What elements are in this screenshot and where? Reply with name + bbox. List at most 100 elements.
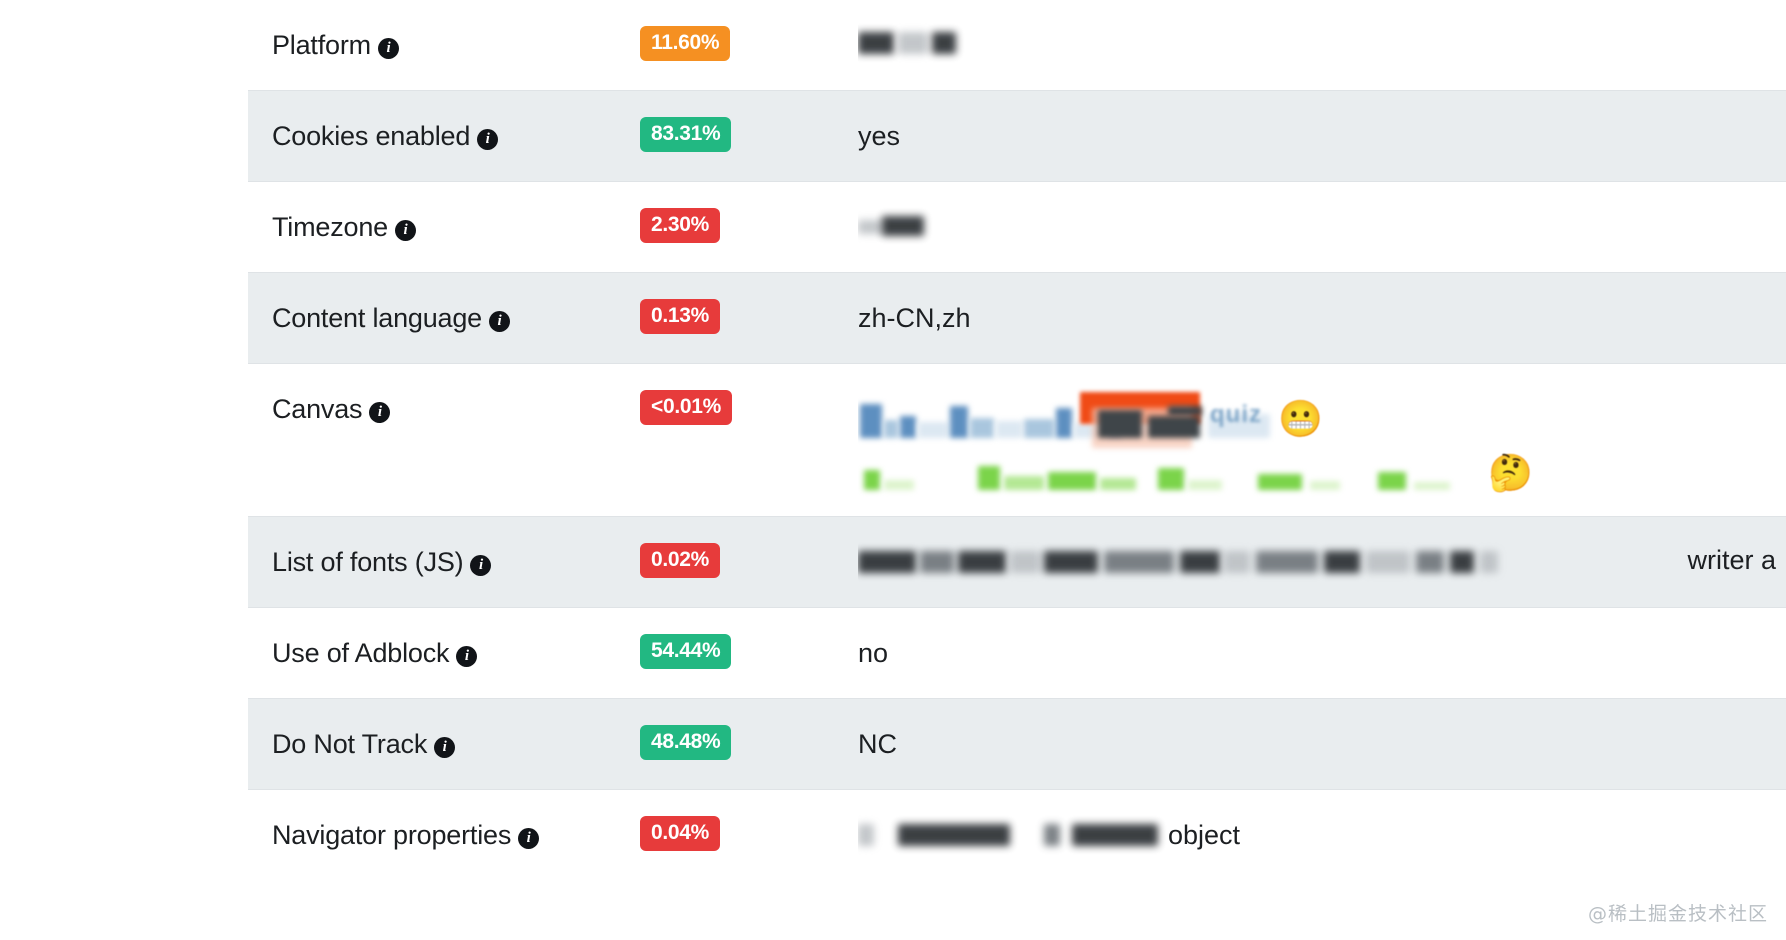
attribute-name-cell: Navigator properties i bbox=[248, 790, 640, 880]
canvas-glyph bbox=[1048, 472, 1096, 490]
attribute-value-cell: writer a bbox=[858, 517, 1786, 607]
info-icon[interactable]: i bbox=[377, 38, 399, 59]
blur-block bbox=[1450, 551, 1474, 573]
attribute-label: Timezone bbox=[272, 212, 388, 242]
table-row[interactable]: List of fonts (JS) i 0.02% writer a bbox=[248, 516, 1786, 607]
status-badge: 0.02% bbox=[640, 543, 721, 578]
blur-block bbox=[1256, 551, 1318, 573]
canvas-glyph bbox=[884, 480, 914, 490]
attribute-name-cell: Cookies enabled i bbox=[248, 91, 640, 181]
blur-block bbox=[898, 824, 1010, 846]
fingerprint-attributes-table: Platform i 11.60% Cookies enabled i 83.31% bbox=[248, 0, 1786, 880]
canvas-glyph bbox=[978, 466, 1000, 490]
status-badge: 83.31% bbox=[640, 117, 732, 152]
canvas-glyph bbox=[1024, 419, 1054, 438]
canvas-glyph bbox=[860, 404, 882, 438]
blur-block bbox=[858, 32, 894, 54]
blur-block bbox=[1072, 824, 1158, 846]
blur-block bbox=[858, 220, 884, 234]
emoji-icon: 🤔 bbox=[1488, 452, 1533, 493]
blur-block bbox=[1324, 551, 1360, 573]
blur-block bbox=[920, 551, 954, 573]
info-icon[interactable]: i bbox=[488, 311, 510, 332]
redacted-value bbox=[858, 208, 1776, 246]
attribute-value-cell: NC bbox=[858, 699, 1786, 789]
canvas-glyph bbox=[1148, 416, 1200, 438]
attribute-name-cell: List of fonts (JS) i bbox=[248, 517, 640, 607]
percentage-cell: 83.31% bbox=[640, 91, 858, 178]
percentage-cell: 54.44% bbox=[640, 608, 858, 695]
canvas-glyph bbox=[918, 422, 948, 438]
percentage-cell: 0.13% bbox=[640, 273, 858, 360]
canvas-glyph bbox=[1100, 478, 1136, 490]
percentage-cell: 0.02% bbox=[640, 517, 858, 604]
blur-block bbox=[898, 32, 928, 54]
status-badge: 48.48% bbox=[640, 725, 732, 760]
attribute-name-cell: Content language i bbox=[248, 273, 640, 363]
table-row[interactable]: Use of Adblock i 54.44% no bbox=[248, 607, 1786, 698]
attribute-value: zh-CN,zh bbox=[858, 303, 971, 333]
attribute-name-cell: Timezone i bbox=[248, 182, 640, 272]
status-badge: 54.44% bbox=[640, 634, 732, 669]
canvas-glyph bbox=[1168, 406, 1202, 416]
blur-block bbox=[1224, 551, 1250, 573]
canvas-glyph bbox=[884, 420, 898, 438]
table-row[interactable]: Content language i 0.13% zh-CN,zh bbox=[248, 272, 1786, 363]
status-badge: 11.60% bbox=[640, 26, 731, 61]
blur-block bbox=[1104, 551, 1174, 573]
blur-block bbox=[858, 824, 874, 846]
canvas-glyph bbox=[996, 421, 1022, 438]
status-badge: 2.30% bbox=[640, 208, 721, 243]
redacted-value: writer a bbox=[858, 543, 1776, 581]
table-row[interactable]: Platform i 11.60% bbox=[248, 0, 1786, 90]
status-badge: 0.13% bbox=[640, 299, 721, 334]
blur-block bbox=[1366, 551, 1410, 573]
watermark: @稀土掘金技术社区 bbox=[1587, 903, 1768, 925]
blur-block bbox=[958, 551, 1006, 573]
info-icon[interactable]: i bbox=[456, 646, 478, 667]
attribute-value: writer a bbox=[1687, 545, 1776, 575]
attribute-value-cell bbox=[858, 182, 1786, 272]
attribute-label: Navigator properties bbox=[272, 820, 512, 850]
table-row[interactable]: Cookies enabled i 83.31% yes bbox=[248, 90, 1786, 181]
canvas-glyph bbox=[1188, 480, 1222, 490]
table-row[interactable]: Timezone i 2.30% bbox=[248, 181, 1786, 272]
attribute-value: object bbox=[1168, 820, 1241, 850]
attribute-value-cell: yes bbox=[858, 91, 1786, 181]
blur-block bbox=[1416, 551, 1444, 573]
canvas-glyph bbox=[950, 406, 968, 438]
attribute-label: Platform bbox=[272, 30, 371, 60]
info-icon[interactable]: i bbox=[369, 402, 391, 423]
attribute-value-cell: object bbox=[858, 790, 1786, 880]
canvas-glyph bbox=[1258, 474, 1302, 490]
table-row[interactable]: Canvas i <0.01% quiz 😬 🤔 bbox=[248, 363, 1786, 516]
canvas-glyph bbox=[900, 416, 916, 438]
info-icon[interactable]: i bbox=[394, 220, 416, 241]
canvas-glyph bbox=[864, 470, 880, 490]
table-row[interactable]: Do Not Track i 48.48% NC bbox=[248, 698, 1786, 789]
canvas-glyph bbox=[1158, 468, 1184, 490]
attribute-value: yes bbox=[858, 121, 901, 151]
status-badge: <0.01% bbox=[640, 390, 733, 425]
attribute-value-cell bbox=[858, 0, 1786, 90]
percentage-cell: <0.01% bbox=[640, 364, 858, 451]
redacted-value bbox=[858, 26, 1776, 64]
fingerprint-results-page: Platform i 11.60% Cookies enabled i 83.31% bbox=[0, 0, 1786, 940]
canvas-glyph bbox=[1378, 472, 1406, 490]
info-icon[interactable]: i bbox=[477, 129, 499, 150]
attribute-label: Cookies enabled bbox=[272, 121, 471, 151]
redacted-value: object bbox=[858, 816, 1776, 854]
canvas-glyph bbox=[1310, 481, 1340, 490]
canvas-fingerprint-image-second: 🤔 bbox=[858, 446, 1776, 493]
info-icon[interactable]: i bbox=[518, 828, 540, 849]
blur-block bbox=[932, 32, 956, 54]
percentage-cell: 48.48% bbox=[640, 699, 858, 786]
percentage-cell: 11.60% bbox=[640, 0, 858, 87]
attribute-value-cell: quiz 😬 🤔 bbox=[858, 364, 1786, 516]
attribute-value: no bbox=[858, 638, 889, 668]
info-icon[interactable]: i bbox=[470, 555, 492, 576]
table-row[interactable]: Navigator properties i 0.04% object bbox=[248, 789, 1786, 880]
attribute-label: Content language bbox=[272, 303, 482, 333]
attribute-value-cell: no bbox=[858, 608, 1786, 698]
info-icon[interactable]: i bbox=[434, 737, 456, 758]
